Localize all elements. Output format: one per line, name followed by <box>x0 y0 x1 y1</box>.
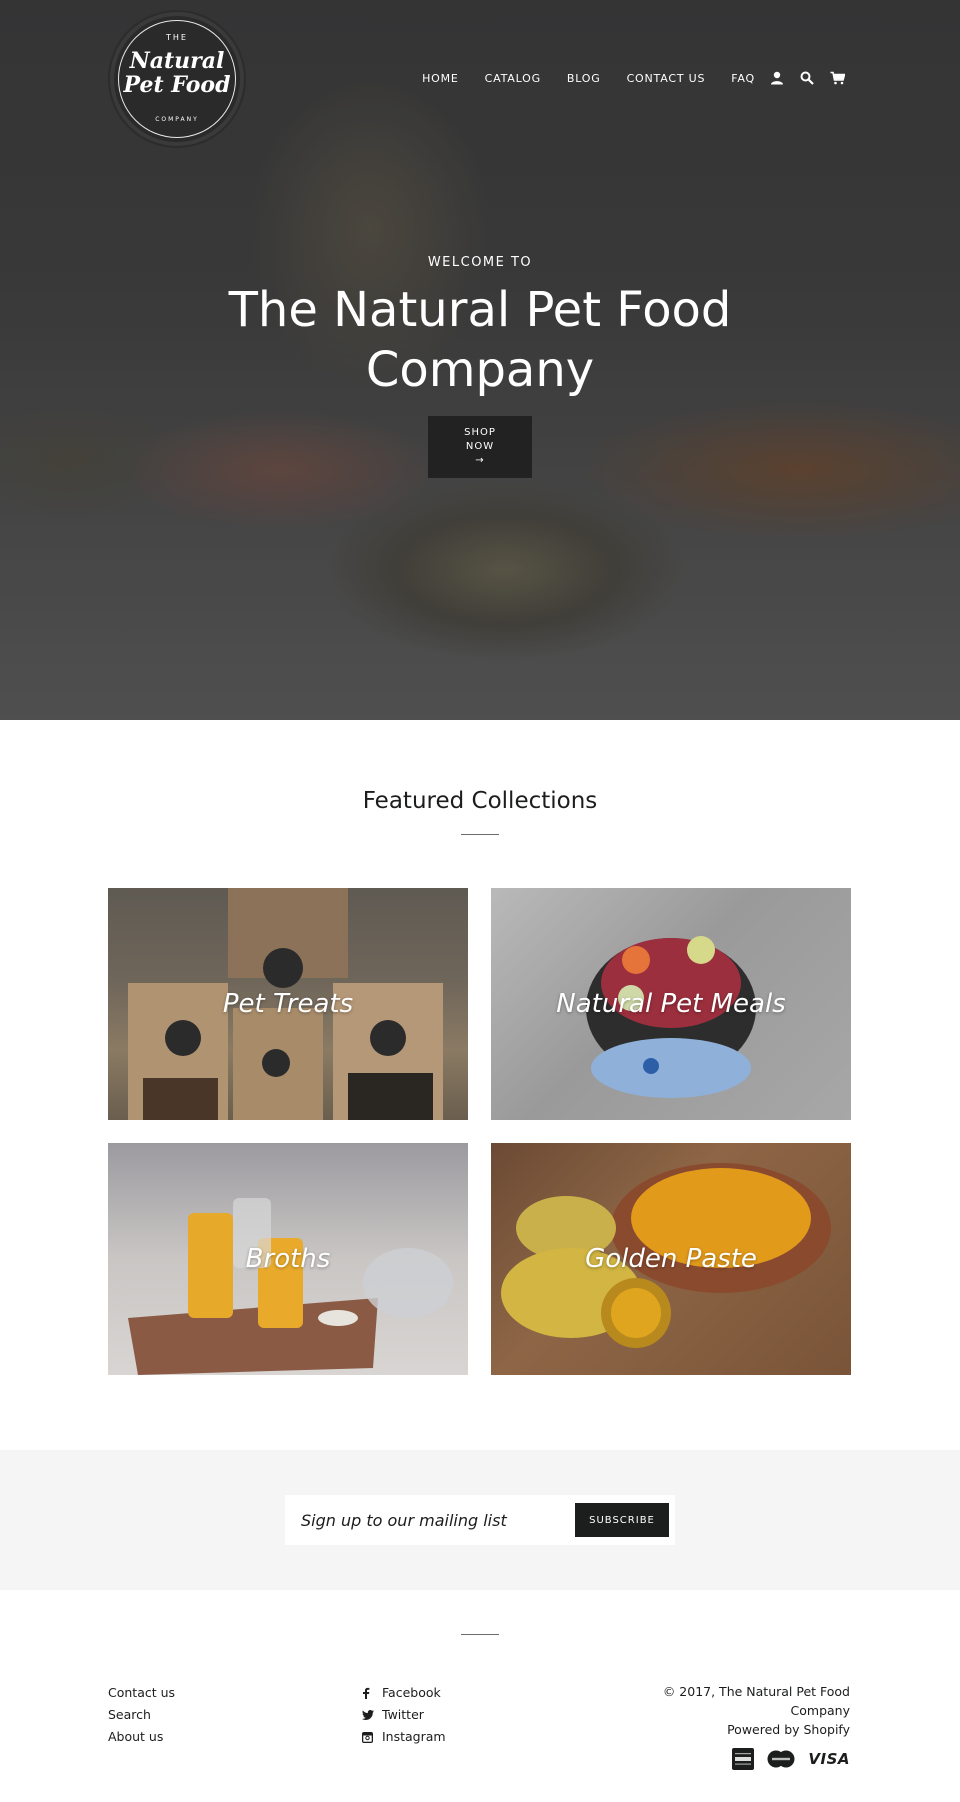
search-icon[interactable] <box>799 70 815 86</box>
collection-card-pet-treats[interactable]: Pet Treats <box>108 888 468 1120</box>
featured-collections: Featured Collections Pet Treats Natural <box>0 720 960 1450</box>
collection-title: Pet Treats <box>222 989 354 1019</box>
account-icon[interactable] <box>769 70 785 86</box>
newsletter-section: SUBSCRIBE <box>0 1450 960 1590</box>
footer-link-about-us[interactable]: About us <box>108 1726 175 1748</box>
facebook-icon <box>362 1682 378 1704</box>
logo-ring: THE Natural Pet Food COMPANY <box>118 20 236 138</box>
nav-contact-us[interactable]: CONTACT US <box>627 72 706 85</box>
mastercard-icon <box>766 1750 796 1768</box>
social-label: Twitter <box>382 1707 424 1722</box>
visa-icon: VISA <box>808 1750 850 1768</box>
logo-top-text: THE <box>166 33 188 42</box>
site-header: THE Natural Pet Food COMPANY HOME CATALO… <box>0 0 960 160</box>
hero-content: WELCOME TO The Natural Pet Food Company … <box>0 255 960 478</box>
nav-catalog[interactable]: CATALOG <box>485 72 541 85</box>
payment-icons: VISA <box>720 1748 850 1770</box>
shop-now-label: SHOP NOW <box>464 427 496 452</box>
footer-link-search[interactable]: Search <box>108 1704 175 1726</box>
visa-text: VISA <box>808 1750 850 1768</box>
nav-blog[interactable]: BLOG <box>567 72 601 85</box>
twitter-icon <box>362 1704 378 1726</box>
logo-name-line2: Pet Food <box>123 72 231 98</box>
logo-bottom-text: COMPANY <box>155 116 199 123</box>
subscribe-button[interactable]: SUBSCRIBE <box>575 1503 669 1537</box>
collection-card-broths[interactable]: Broths <box>108 1143 468 1375</box>
hero-section: THE Natural Pet Food COMPANY HOME CATALO… <box>0 0 960 720</box>
main-nav: HOME CATALOG BLOG CONTACT US FAQ <box>396 70 845 86</box>
featured-title: Featured Collections <box>362 788 598 814</box>
nav-faq[interactable]: FAQ <box>731 72 755 85</box>
collection-title: Natural Pet Meals <box>556 989 786 1019</box>
collection-title: Golden Paste <box>585 1244 757 1274</box>
copyright-line1: © 2017, The Natural Pet Food <box>662 1684 850 1699</box>
american-express-icon <box>732 1748 755 1770</box>
footer-social: Facebook Twitter Instagram <box>362 1682 446 1748</box>
collection-title: Broths <box>245 1244 331 1274</box>
social-facebook[interactable]: Facebook <box>362 1682 446 1704</box>
collection-card-natural-pet-meals[interactable]: Natural Pet Meals <box>491 888 851 1120</box>
site-footer: Contact us Search About us Facebook Twit… <box>0 1590 960 1802</box>
arrow-right-icon: → <box>475 455 485 466</box>
social-instagram[interactable]: Instagram <box>362 1726 446 1748</box>
footer-copyright: © 2017, The Natural Pet Food Company Pow… <box>610 1682 850 1739</box>
footer-links: Contact us Search About us <box>108 1682 175 1748</box>
newsletter-email-input[interactable] <box>285 1495 565 1545</box>
site-logo[interactable]: THE Natural Pet Food COMPANY <box>110 12 244 146</box>
hero-pretitle: WELCOME TO <box>427 255 533 270</box>
social-label: Instagram <box>382 1729 446 1744</box>
logo-name: Natural Pet Food <box>119 49 235 97</box>
shop-now-button[interactable]: SHOP NOW → <box>428 416 532 478</box>
social-label: Facebook <box>382 1685 441 1700</box>
copyright-line2: Company <box>790 1703 850 1718</box>
cart-icon[interactable] <box>829 70 845 86</box>
social-twitter[interactable]: Twitter <box>362 1704 446 1726</box>
nav-home[interactable]: HOME <box>422 72 459 85</box>
footer-link-contact-us[interactable]: Contact us <box>108 1682 175 1704</box>
newsletter-form: SUBSCRIBE <box>285 1495 675 1545</box>
hero-title: The Natural Pet Food Company <box>228 282 732 398</box>
footer-divider <box>461 1634 499 1635</box>
instagram-icon <box>362 1726 378 1748</box>
logo-name-line1: Natural <box>129 48 225 74</box>
section-divider <box>461 834 499 835</box>
powered-by-shopify[interactable]: Powered by Shopify <box>610 1720 850 1739</box>
collection-card-golden-paste[interactable]: Golden Paste <box>491 1143 851 1375</box>
